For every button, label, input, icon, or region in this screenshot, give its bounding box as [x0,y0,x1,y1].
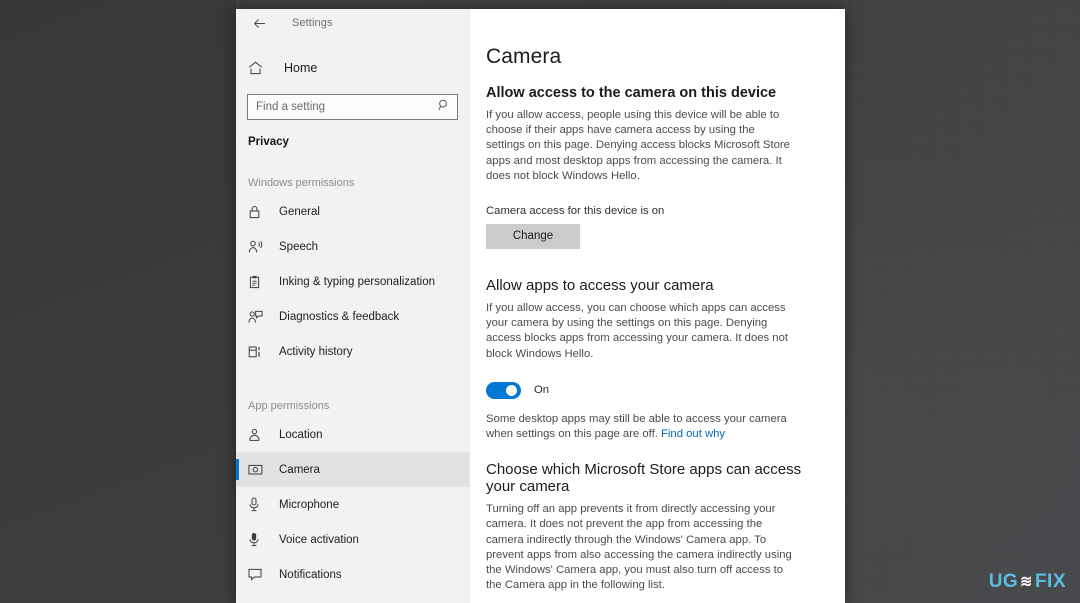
sidebar-item-speech[interactable]: Speech [236,229,470,264]
watermark-glyph: ≋ [1020,572,1033,591]
apps-access-toggle-label: On [534,384,550,397]
camera-icon [248,463,268,476]
microphone-icon [248,497,268,512]
sidebar-item-label: Location [279,428,323,441]
search-input[interactable] [248,96,428,118]
feedback-person-icon [248,310,268,324]
sidebar-group-heading-windows-permissions: Windows permissions [248,177,355,189]
watermark-part-b: FIX [1034,571,1066,592]
sidebar-item-inking-typing-personalization[interactable]: Inking & typing personalization [236,264,470,299]
desktop-apps-note-text: Some desktop apps may still be able to a… [486,412,787,441]
sidebar-item-label: Diagnostics & feedback [279,310,400,323]
notification-icon [248,568,268,581]
sidebar-item-label: Notifications [279,568,342,581]
device-access-status: Camera access for this device is on [486,205,665,218]
device-access-description: If you allow access, people using this d… [486,109,790,182]
desktop-background: Settings Home Find a setting Privacy Win… [0,0,1080,603]
sidebar-item-activity-history[interactable]: Activity history [236,334,470,369]
window-titlebar: Settings [236,9,470,37]
main-content: Camera Allow access to the camera on thi… [470,9,845,603]
sidebar-item-label: Activity history [279,345,353,358]
sidebar-item-label: General [279,205,320,218]
sidebar-item-label: Microphone [279,498,340,511]
sidebar-item-label: Camera [279,463,320,476]
apps-access-toggle-row: On [486,381,815,399]
window-title: Settings [292,17,333,29]
watermark-part-a: UG [988,571,1019,592]
sidebar-group-windows-permissions: General Speech Inking & typing personali… [236,194,470,369]
sidebar: Settings Home Find a setting Privacy Win… [236,9,470,603]
sidebar-item-general[interactable]: General [236,194,470,229]
selection-indicator [236,459,239,480]
apps-access-section-title: Allow apps to access your camera [486,277,714,295]
sidebar-item-camera[interactable]: Camera [236,452,470,487]
activity-history-icon [248,345,268,359]
sidebar-group-heading-app-permissions: App permissions [248,400,330,412]
sidebar-item-home[interactable]: Home [236,53,470,83]
home-icon [248,61,272,75]
sidebar-item-label: Voice activation [279,533,359,546]
sidebar-item-notifications[interactable]: Notifications [236,557,470,592]
desktop-apps-note: Some desktop apps may still be able to a… [486,412,796,442]
settings-window: Settings Home Find a setting Privacy Win… [236,9,845,603]
device-access-section-title: Allow access to the camera on this devic… [486,85,777,101]
speech-person-icon [248,240,268,254]
sidebar-category-heading: Privacy [248,136,289,148]
lock-icon [248,205,268,219]
voice-activation-icon [248,532,268,547]
home-label: Home [284,61,318,75]
store-apps-description: Turning off an app prevents it from dire… [486,503,792,592]
store-apps-section-title: Choose which Microsoft Store apps can ac… [486,461,802,496]
apps-access-toggle[interactable] [486,381,521,399]
back-arrow-icon[interactable] [246,12,272,34]
sidebar-group-app-permissions: Location Camera Microphone Voice activat… [236,417,470,592]
desktop-wallpaper-left [0,0,236,603]
change-button[interactable]: Change [486,224,580,250]
clipboard-pen-icon [248,275,268,289]
sidebar-item-microphone[interactable]: Microphone [236,487,470,522]
apps-access-description: If you allow access, you can choose whic… [486,302,789,360]
search-icon[interactable] [438,98,450,116]
sidebar-item-location[interactable]: Location [236,417,470,452]
sidebar-item-diagnostics-feedback[interactable]: Diagnostics & feedback [236,299,470,334]
sidebar-item-label: Inking & typing personalization [279,275,435,288]
location-pin-icon [248,428,268,442]
find-out-why-link[interactable]: Find out why [661,428,725,440]
search-box[interactable] [247,94,458,120]
page-title: Camera [486,45,562,68]
sidebar-item-voice-activation[interactable]: Voice activation [236,522,470,557]
toggle-knob [506,384,517,396]
ugetfix-watermark: UG ≋ FIX [989,571,1066,593]
sidebar-item-label: Speech [279,240,319,253]
